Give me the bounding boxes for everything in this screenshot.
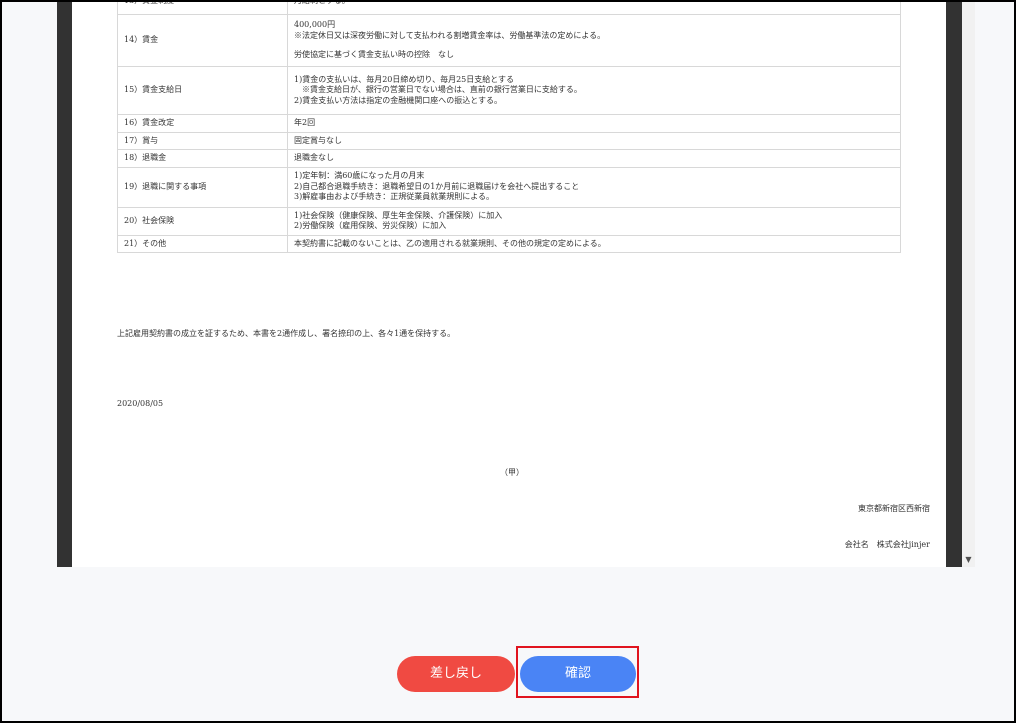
closing-statement: 上記雇用契約書の成立を証するため、本書を2通作成し、署名捺印の上、各々1通を保持…	[117, 329, 456, 338]
row-value-line: 月給制とする。	[294, 2, 894, 7]
window-frame: 13）賃金制度月給制とする。14）賃金400,000円※法定休日又は深夜労働に対…	[0, 0, 1016, 723]
row-value-line: 3)解雇事由および手続き：正規従業員就業規則による。	[294, 192, 494, 202]
table-row: 19）退職に関する事項 1)定年制：満60歳になった月の月末 2)自己都合退職手続き…	[117, 166, 901, 208]
action-bar: 差し戻し 確認	[2, 567, 1016, 723]
table-row: 15）賃金支給日 1)賃金の支払いは、毎月20日締め切り、毎月25日支給とする ※…	[117, 66, 901, 115]
row-value-line: 退職金なし	[294, 153, 334, 162]
contract-date: 2020/08/05	[117, 399, 164, 408]
row-value: 固定賞与なし	[287, 131, 901, 150]
row-value: 年2回	[287, 114, 901, 133]
row-label: 21）その他	[117, 234, 288, 253]
row-value-line: 1)賃金の支払いは、毎月20日締め切り、毎月25日支給とする	[294, 74, 515, 84]
company-address: 東京都新宿区西新宿	[858, 504, 930, 513]
row-value-line: 年2回	[294, 118, 316, 127]
company-name: 会社名 株式会社jinjer	[844, 540, 930, 549]
row-value-line: ※法定休日又は深夜労働に対して支払われる割増賃金率は、労働基準法の定めによる。	[294, 30, 606, 40]
scroll-down-icon[interactable]: ▼	[962, 555, 975, 565]
row-label: 13）賃金制度	[117, 2, 288, 15]
table-row: 20）社会保険 1)社会保険（健康保険、厚生年金保険、介護保険）に加入 2)労働保険…	[117, 206, 901, 236]
table-row: 16）賃金改定 年2回	[117, 114, 901, 133]
table-row: 21）その他 本契約書に記載のないことは、乙の適用される就業規則、その他の規定の定…	[117, 234, 901, 253]
party-label: （甲）	[500, 468, 524, 477]
row-value-line: 2)自己都合退職手続き：退職希望日の1か月前に退職届けを会社へ提出すること	[294, 181, 580, 191]
confirm-highlight-box	[516, 646, 639, 698]
table-row: 17）賞与 固定賞与なし	[117, 131, 901, 150]
row-label: 20）社会保険	[117, 206, 288, 236]
return-button[interactable]: 差し戻し	[397, 656, 515, 692]
table-row: 13）賃金制度 月給制とする。	[117, 2, 901, 15]
viewer-scrollbar[interactable]: ▼	[962, 2, 975, 567]
table-row: 14）賃金 400,000円 ※法定休日又は深夜労働に対して支払われる割増賃金率は、…	[117, 14, 901, 67]
row-label: 16）賃金改定	[117, 114, 288, 133]
contract-terms-table: 13）賃金制度月給制とする。14）賃金400,000円※法定休日又は深夜労働に対…	[117, 2, 901, 253]
row-label: 15）賃金支給日	[117, 66, 288, 115]
row-value-line: 400,000円	[294, 20, 336, 30]
row-value-line: 労使協定に基づく賃金支払い時の控除 なし	[294, 50, 454, 60]
row-value: 400,000円 ※法定休日又は深夜労働に対して支払われる割増賃金率は、労働基準法…	[287, 14, 901, 67]
row-label: 17）賞与	[117, 131, 288, 150]
contract-page: 13）賃金制度月給制とする。14）賃金400,000円※法定休日又は深夜労働に対…	[72, 2, 946, 567]
row-value: 退職金なし	[287, 149, 901, 168]
row-value-line: 2)賃金支払い方法は指定の金融機関口座への振込とする。	[294, 95, 502, 105]
row-value-line: 1)定年制：満60歳になった月の月末	[294, 171, 425, 181]
row-value-line: ※賃金支給日が、銀行の営業日でない場合は、直前の銀行営業日に支給する。	[294, 85, 582, 95]
row-value: 1)賃金の支払いは、毎月20日締め切り、毎月25日支給とする ※賃金支給日が、銀…	[287, 66, 901, 115]
row-value: 1)定年制：満60歳になった月の月末 2)自己都合退職手続き：退職希望日の1か月前…	[287, 166, 901, 208]
row-value-line: 2)労働保険（雇用保険、労災保険）に加入	[294, 221, 447, 230]
row-value: 本契約書に記載のないことは、乙の適用される就業規則、その他の規定の定めによる。	[287, 234, 901, 253]
table-row: 18）退職金 退職金なし	[117, 149, 901, 168]
row-value: 1)社会保険（健康保険、厚生年金保険、介護保険）に加入 2)労働保険（雇用保険、労…	[287, 206, 901, 236]
row-value-line: 本契約書に記載のないことは、乙の適用される就業規則、その他の規定の定めによる。	[294, 238, 606, 248]
row-label: 14）賃金	[117, 14, 288, 67]
row-value-line: 1)社会保険（健康保険、厚生年金保険、介護保険）に加入	[294, 210, 503, 220]
row-label: 19）退職に関する事項	[117, 166, 288, 208]
row-value-line: 固定賞与なし	[294, 135, 342, 145]
row-value: 月給制とする。	[287, 2, 901, 15]
document-viewer[interactable]: 13）賃金制度月給制とする。14）賃金400,000円※法定休日又は深夜労働に対…	[57, 2, 975, 567]
row-label: 18）退職金	[117, 149, 288, 168]
